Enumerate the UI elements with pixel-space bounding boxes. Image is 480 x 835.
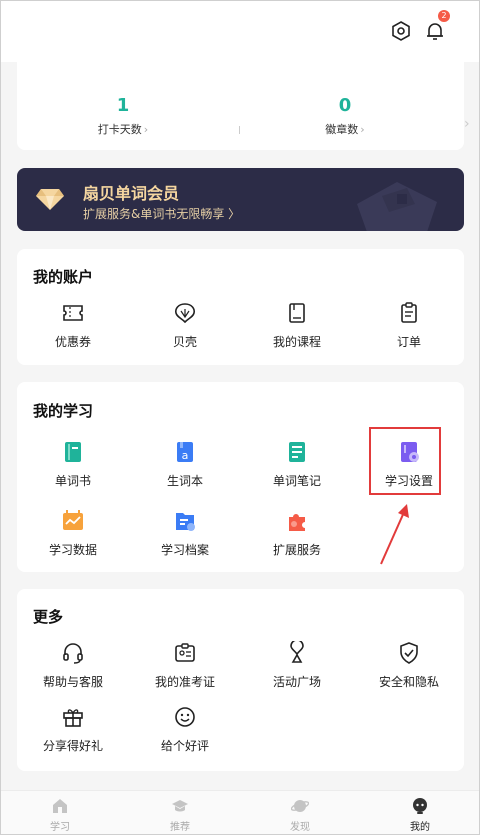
checkin-days-value: 1 bbox=[116, 95, 130, 116]
tab-discover-label: 发现 bbox=[290, 822, 310, 833]
study-archive-label: 学习档案 bbox=[160, 543, 209, 557]
extension-services-button[interactable]: 扩展服务 bbox=[241, 509, 353, 558]
coupon-icon bbox=[63, 305, 83, 321]
tab-study-label: 学习 bbox=[50, 822, 70, 833]
chevron-right-icon: › bbox=[360, 123, 365, 136]
security-privacy-label: 安全和隐私 bbox=[378, 675, 439, 689]
word-notes-icon bbox=[289, 442, 305, 462]
headset-icon bbox=[63, 643, 83, 664]
vocab-notebook-icon: a bbox=[177, 442, 193, 462]
shell-logo-decoration bbox=[357, 182, 437, 231]
admission-ticket-button[interactable]: 我的准考证 bbox=[129, 641, 241, 690]
study-section: 我的学习 单词书 a 生词本 单词笔记 学习设置 学习数据 学习档案 扩展服务 bbox=[17, 382, 464, 572]
study-section-title: 我的学习 bbox=[33, 402, 94, 420]
stats-card: 1 打卡天数 › 0 徽章数 › › bbox=[17, 62, 470, 150]
order-icon bbox=[401, 302, 417, 323]
course-icon bbox=[289, 303, 305, 323]
study-archive-button[interactable]: 学习档案 bbox=[129, 509, 241, 558]
help-service-label: 帮助与客服 bbox=[42, 675, 103, 689]
more-section-title: 更多 bbox=[33, 608, 64, 626]
badges-stat[interactable]: 0 徽章数 › bbox=[285, 95, 405, 137]
tab-recommend[interactable]: 推荐 bbox=[120, 797, 240, 833]
bottom-navigation: 学习 推荐 发现 我的 bbox=[0, 790, 480, 835]
tab-mine-label: 我的 bbox=[410, 822, 430, 833]
account-section-title: 我的账户 bbox=[33, 268, 94, 286]
wordbook-button[interactable]: 单词书 bbox=[17, 440, 129, 489]
activity-square-button[interactable]: 活动广场 bbox=[241, 641, 353, 690]
account-section: 我的账户 优惠券 贝壳 我的课程 订单 bbox=[17, 249, 464, 365]
activity-icon bbox=[290, 641, 304, 663]
notification-badge: 2 bbox=[438, 10, 450, 22]
more-section: 更多 帮助与客服 我的准考证 活动广场 安全和隐私 分享得好礼 给个好评 bbox=[17, 589, 464, 771]
profile-icon bbox=[413, 798, 427, 814]
my-courses-button[interactable]: 我的课程 bbox=[241, 301, 353, 350]
shell-label: 贝壳 bbox=[172, 335, 197, 349]
divider bbox=[239, 126, 240, 134]
study-archive-icon bbox=[176, 513, 195, 531]
planet-icon bbox=[291, 800, 309, 812]
study-settings-icon bbox=[401, 442, 419, 462]
my-courses-label: 我的课程 bbox=[272, 335, 321, 349]
tab-recommend-label: 推荐 bbox=[170, 822, 190, 833]
orders-label: 订单 bbox=[396, 335, 421, 349]
membership-title: 扇贝单词会员 bbox=[83, 184, 180, 203]
badges-value: 0 bbox=[338, 95, 352, 116]
chevron-right-icon: › bbox=[143, 123, 149, 136]
checkin-days-label: 打卡天数 bbox=[97, 123, 142, 136]
admission-ticket-icon bbox=[175, 643, 195, 662]
study-data-label: 学习数据 bbox=[48, 543, 97, 557]
admission-ticket-label: 我的准考证 bbox=[154, 675, 215, 689]
word-notes-label: 单词笔记 bbox=[272, 474, 321, 488]
vocab-notebook-button[interactable]: a 生词本 bbox=[129, 440, 241, 489]
membership-subtitle: 扩展服务&单词书无限畅享 〉 bbox=[83, 207, 241, 221]
bell-icon[interactable] bbox=[424, 20, 446, 42]
security-privacy-button[interactable]: 安全和隐私 bbox=[353, 641, 465, 690]
vocab-notebook-label: 生词本 bbox=[166, 474, 203, 488]
word-notes-button[interactable]: 单词笔记 bbox=[241, 440, 353, 489]
chevron-right-icon: › bbox=[464, 116, 470, 132]
svg-text:a: a bbox=[182, 449, 189, 462]
shell-button[interactable]: 贝壳 bbox=[129, 301, 241, 350]
study-settings-label: 学习设置 bbox=[384, 474, 433, 488]
gift-icon bbox=[63, 709, 83, 727]
help-service-button[interactable]: 帮助与客服 bbox=[17, 641, 129, 690]
rate-app-button[interactable]: 给个好评 bbox=[129, 705, 241, 754]
settings-hexagon-icon[interactable] bbox=[390, 20, 412, 42]
study-data-icon bbox=[63, 510, 83, 530]
orders-button[interactable]: 订单 bbox=[353, 301, 465, 350]
share-gift-button[interactable]: 分享得好礼 bbox=[17, 705, 129, 754]
wordbook-label: 单词书 bbox=[54, 474, 91, 488]
tab-study[interactable]: 学习 bbox=[0, 797, 120, 833]
badges-label: 徽章数 bbox=[325, 123, 359, 136]
coupon-label: 优惠券 bbox=[54, 335, 91, 349]
study-settings-button[interactable]: 学习设置 bbox=[353, 440, 465, 489]
home-icon bbox=[53, 799, 67, 813]
tab-discover[interactable]: 发现 bbox=[240, 797, 360, 833]
shell-icon bbox=[175, 303, 195, 324]
extension-services-label: 扩展服务 bbox=[272, 543, 321, 557]
rate-app-label: 给个好评 bbox=[160, 739, 209, 753]
puzzle-icon bbox=[289, 514, 305, 531]
wordbook-icon bbox=[65, 442, 81, 462]
coupon-button[interactable]: 优惠券 bbox=[17, 301, 129, 350]
share-gift-label: 分享得好礼 bbox=[42, 739, 103, 753]
tab-mine[interactable]: 我的 bbox=[360, 797, 480, 833]
graduation-cap-icon bbox=[172, 800, 188, 812]
checkin-days-stat[interactable]: 1 打卡天数 › bbox=[63, 95, 183, 137]
smile-icon bbox=[175, 707, 195, 727]
top-bar: 2 bbox=[0, 0, 480, 62]
study-data-button[interactable]: 学习数据 bbox=[17, 509, 129, 558]
membership-banner[interactable]: 扇贝单词会员 扩展服务&单词书无限畅享 〉 bbox=[17, 168, 464, 231]
shield-icon bbox=[400, 642, 418, 664]
diamond-icon bbox=[36, 189, 64, 210]
activity-square-label: 活动广场 bbox=[272, 675, 321, 689]
